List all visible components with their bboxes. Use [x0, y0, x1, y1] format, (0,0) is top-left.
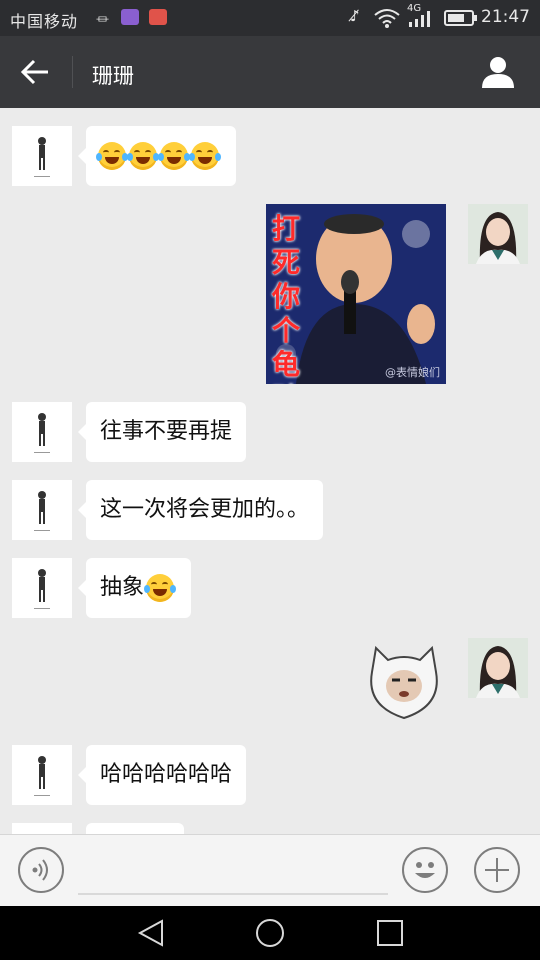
- laugh-cry-emoji-icon: [189, 142, 221, 170]
- girl-avatar-image: [468, 638, 528, 698]
- carrier-name: 中国移动: [10, 12, 79, 31]
- figure-avatar-image: [34, 137, 50, 177]
- message-bubble[interactable]: 抽象: [77, 558, 192, 618]
- usb-icon: ⏛: [96, 13, 110, 28]
- figure-avatar-image: [34, 413, 50, 453]
- square-recent-icon[interactable]: [372, 916, 408, 950]
- mute-icon: ♪̸: [350, 7, 360, 25]
- input-bar: [0, 834, 540, 907]
- contact-avatar[interactable]: [12, 823, 72, 834]
- chat-title: 珊珊: [92, 64, 134, 88]
- figure-avatar-image: [34, 491, 50, 531]
- header-divider: [72, 56, 73, 88]
- sticker-caption: 打死你个龟孙: [272, 212, 301, 384]
- status-bar: 中国移动 ⏛ ♪̸ 4G 21:47: [0, 0, 540, 36]
- my-avatar[interactable]: [468, 204, 528, 264]
- sticker-watermark: @表情娘们: [385, 366, 440, 379]
- contact-avatar[interactable]: [12, 558, 72, 618]
- voice-icon[interactable]: [18, 847, 64, 893]
- message-text: 抽象: [100, 575, 145, 600]
- figure-avatar-image: [34, 756, 50, 796]
- contact-avatar[interactable]: [12, 402, 72, 462]
- clock: 21:47: [481, 7, 530, 27]
- app-notification-icon: [149, 9, 167, 25]
- message-bubble[interactable]: [78, 126, 236, 186]
- system-nav-bar: [0, 906, 540, 960]
- smiley-icon[interactable]: [402, 847, 448, 893]
- message-bubble[interactable]: [86, 823, 184, 834]
- laugh-cry-emoji-icon: [158, 142, 190, 170]
- laugh-cry-emoji-icon: [144, 574, 177, 602]
- chat-header: 珊珊: [0, 36, 540, 108]
- message-bubble[interactable]: 往事不要再提: [77, 402, 247, 462]
- message-list[interactable]: 打死你个龟孙 @表情娘们 往事不要再提 这一次将会更加的: [0, 108, 540, 834]
- contact-avatar[interactable]: [12, 480, 72, 540]
- girl-avatar-image: [468, 204, 528, 264]
- contact-avatar[interactable]: [12, 126, 72, 186]
- message-bubble[interactable]: 哈哈哈哈哈哈: [77, 745, 247, 805]
- wifi-icon: [374, 9, 400, 28]
- gallery-app-icon: [121, 9, 139, 25]
- arrow-left-icon[interactable]: [14, 52, 58, 92]
- circle-home-icon[interactable]: [252, 916, 288, 950]
- message-bubble[interactable]: 这一次将会更加的。。: [77, 480, 324, 540]
- battery-icon: [444, 10, 477, 26]
- person-icon[interactable]: [480, 54, 516, 90]
- triangle-back-icon[interactable]: [134, 916, 170, 950]
- figure-avatar-image: [34, 569, 50, 609]
- plus-icon[interactable]: [474, 847, 520, 893]
- laugh-cry-emoji-icon: [127, 142, 159, 170]
- laugh-cry-emoji-icon: [96, 142, 128, 170]
- message-input[interactable]: [78, 893, 388, 895]
- contact-avatar[interactable]: [12, 745, 72, 805]
- signal-icon: [409, 11, 430, 27]
- sticker-image[interactable]: 打死你个龟孙 @表情娘们: [266, 204, 446, 384]
- my-avatar[interactable]: [468, 638, 528, 698]
- face-sticker-image[interactable]: [364, 642, 444, 722]
